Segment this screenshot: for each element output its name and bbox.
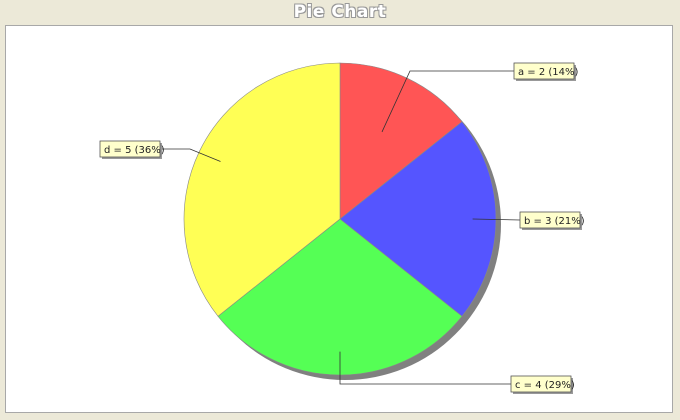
pie-chart: a = 2 (14%) b = 3 (21%) c = 4 (29%) d = 5 (… [99, 62, 585, 394]
chart-window: Pie Chart a = 2 (14%) b = 3 (21%) c = 4 (2… [0, 0, 680, 420]
pie-slices [183, 62, 497, 376]
slice-label-c: c = 4 (29%) [515, 380, 575, 391]
slice-label-b: b = 3 (21%) [524, 216, 585, 227]
slice-label-a: a = 2 (14%) [518, 67, 579, 78]
slice-label-d: d = 5 (36%) [104, 145, 165, 156]
